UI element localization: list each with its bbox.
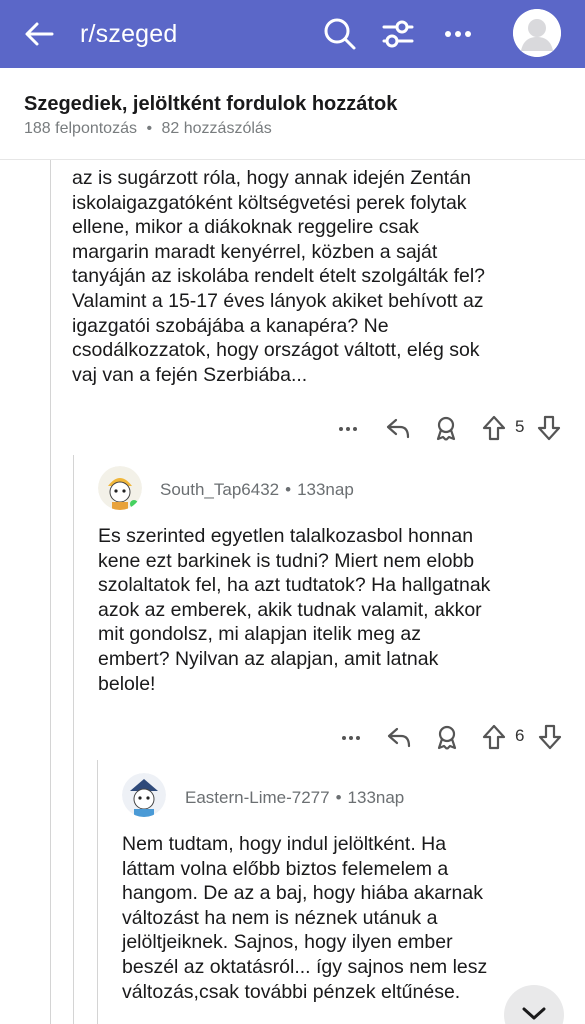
downvote-button[interactable] (536, 414, 562, 447)
avatar[interactable] (122, 773, 166, 817)
top-app-bar: r/szeged (0, 0, 585, 68)
more-horizontal-icon (342, 736, 360, 740)
scroll-down-button[interactable] (504, 985, 564, 1024)
more-horizontal-icon (445, 31, 471, 37)
more-button[interactable] (339, 723, 363, 756)
award-icon (437, 725, 457, 750)
thread-line[interactable] (50, 160, 51, 1024)
comment-age: 133nap (347, 788, 405, 807)
comment-body: Es szerinted egyetlen talalkozasbol honn… (98, 525, 491, 695)
thread-line[interactable] (73, 455, 74, 1024)
post-header[interactable]: Szegediek, jelöltként fordulok hozzátok … (0, 68, 585, 160)
user-avatar-icon (513, 9, 561, 57)
comment-actions: 6 (339, 723, 569, 753)
filter-button[interactable] (380, 16, 416, 52)
user-avatar[interactable] (513, 9, 561, 57)
more-horizontal-icon (339, 427, 357, 431)
upvote-arrow-icon (482, 724, 506, 750)
comment-count: 82 hozzászólás (161, 120, 272, 137)
chevron-down-icon (522, 1007, 546, 1020)
post-meta: 188 felpontozás • 82 hozzászólás (24, 120, 272, 138)
reply-button[interactable] (385, 723, 413, 756)
comment-body: Nem tudtam, hogy indul jelöltként. Ha lá… (122, 833, 488, 1003)
vote-count: 6 (515, 726, 525, 745)
vote-count: 5 (515, 417, 525, 436)
reply-icon (387, 727, 411, 748)
meta-separator: • (146, 120, 153, 137)
comment-body: az is sugárzott róla, hogy annak idején … (72, 167, 486, 386)
award-icon (436, 416, 456, 441)
reply-icon (386, 418, 410, 439)
comment-age: 133nap (297, 480, 354, 499)
more-options-button[interactable] (440, 16, 476, 52)
sliders-icon (382, 20, 414, 48)
downvote-button[interactable] (537, 723, 563, 756)
award-button[interactable] (433, 723, 461, 756)
username[interactable]: Eastern-Lime-7277 (185, 788, 330, 807)
snoo-avatar-icon (98, 466, 142, 510)
arrow-left-icon (25, 22, 54, 46)
search-icon (324, 18, 356, 50)
downvote-arrow-icon (537, 415, 561, 441)
meta-separator: • (285, 480, 292, 499)
upvote-count: 188 felpontozás (24, 120, 137, 137)
comment-meta: Eastern-Lime-7277 • 133nap (185, 788, 404, 808)
avatar[interactable] (98, 466, 142, 510)
more-button[interactable] (336, 414, 360, 447)
search-button[interactable] (322, 16, 358, 52)
award-button[interactable] (432, 414, 460, 447)
back-button[interactable] (22, 18, 56, 50)
upvote-arrow-icon (482, 415, 506, 441)
upvote-button[interactable] (481, 723, 507, 756)
post-title: Szegediek, jelöltként fordulok hozzátok (24, 93, 398, 115)
meta-separator: • (335, 788, 342, 807)
username[interactable]: South_Tap6432 (160, 480, 279, 499)
snoo-avatar-icon (122, 773, 166, 817)
subreddit-title: r/szeged (80, 20, 178, 48)
comment-actions: 5 (336, 414, 566, 444)
comment-meta: South_Tap6432 • 133nap (160, 480, 354, 500)
downvote-arrow-icon (538, 724, 562, 750)
reply-button[interactable] (384, 414, 412, 447)
thread-line[interactable] (97, 760, 98, 1024)
upvote-button[interactable] (481, 414, 507, 447)
